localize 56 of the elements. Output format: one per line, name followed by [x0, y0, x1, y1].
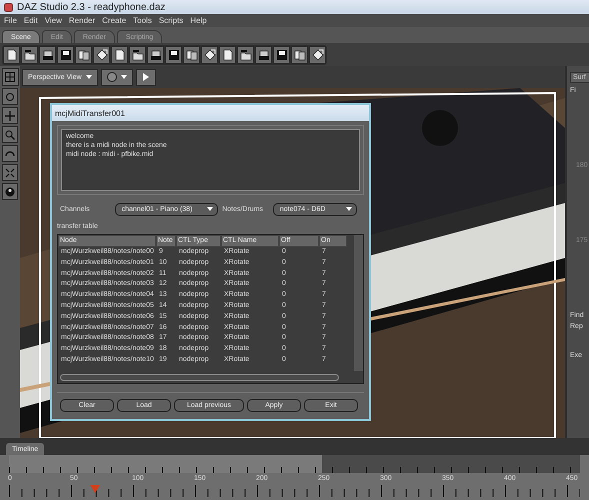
- shading-dropdown[interactable]: [100, 68, 133, 86]
- zoom-icon: [5, 130, 15, 140]
- toolbar-button[interactable]: [183, 46, 200, 64]
- toolbar-button[interactable]: [75, 46, 92, 64]
- rotate-icon-button[interactable]: [2, 145, 18, 162]
- caret-icon: [120, 75, 127, 79]
- zoom-icon-button[interactable]: [2, 126, 18, 143]
- open-folder-icon: [24, 48, 36, 60]
- menu-item[interactable]: Scripts: [158, 16, 184, 25]
- move-icon-button[interactable]: [2, 107, 18, 124]
- toolbar-button[interactable]: [237, 46, 254, 64]
- caret-icon: [86, 75, 92, 79]
- toolbar-button[interactable]: [309, 46, 326, 64]
- vertical-scrollbar[interactable]: [354, 235, 363, 371]
- menu-item[interactable]: File: [4, 16, 17, 25]
- play-button[interactable]: [136, 68, 156, 86]
- caret-icon: [346, 207, 352, 211]
- arrows-icon-button[interactable]: [2, 164, 18, 181]
- play-icon: [142, 73, 149, 81]
- window-title: DAZ Studio 2.3 - readyphone.daz: [17, 2, 166, 12]
- arrows-icon: [5, 168, 15, 178]
- toolbar-button[interactable]: [21, 46, 38, 64]
- target-icon: [5, 92, 15, 102]
- save-icon: [60, 48, 72, 60]
- layout-button[interactable]: [2, 68, 18, 86]
- toolbar-button[interactable]: [147, 46, 164, 64]
- grid-icon: [5, 72, 15, 82]
- menu-item[interactable]: Tools: [133, 16, 152, 25]
- new-file-icon: [6, 48, 18, 60]
- target-icon-button[interactable]: [2, 88, 18, 105]
- horizontal-scrollbar[interactable]: [60, 374, 339, 381]
- toolbar-button[interactable]: [57, 46, 74, 64]
- menu-item[interactable]: Render: [68, 16, 96, 25]
- copy-icon: [78, 48, 90, 60]
- toolbar-button[interactable]: [129, 46, 146, 64]
- menu-item[interactable]: View: [44, 16, 62, 25]
- menu-item[interactable]: Edit: [24, 16, 38, 25]
- toolbar-button[interactable]: [291, 46, 308, 64]
- menu-item[interactable]: Help: [190, 16, 207, 25]
- caret-icon: [207, 207, 214, 211]
- toolbar-button[interactable]: [201, 46, 218, 64]
- menu-item[interactable]: Create: [102, 16, 126, 25]
- toolbar-button[interactable]: [111, 46, 128, 64]
- toolbar-button[interactable]: [39, 46, 56, 64]
- playhead-marker[interactable]: [90, 485, 100, 493]
- toolbar-button[interactable]: [3, 46, 20, 64]
- toolbar-button[interactable]: [273, 46, 290, 64]
- toolbar-button[interactable]: [93, 46, 110, 64]
- sphere-icon: [106, 72, 117, 82]
- toolbar-button[interactable]: [255, 46, 272, 64]
- app-icon: [4, 2, 13, 12]
- dialog-title: mcjMidiTransfer001: [55, 108, 125, 118]
- toolbar-button[interactable]: [165, 46, 182, 64]
- figure-icon-button[interactable]: [2, 183, 18, 200]
- toolbar-button[interactable]: [219, 46, 236, 64]
- printer-icon: [42, 48, 54, 60]
